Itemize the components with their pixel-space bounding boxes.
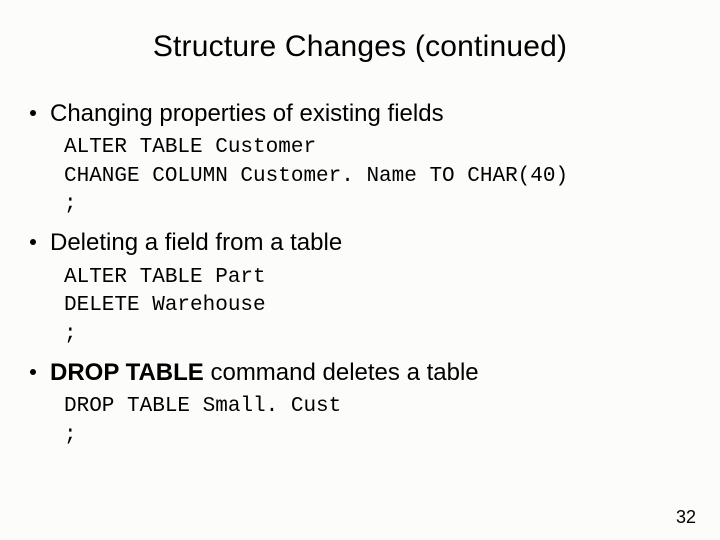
bullet-text-a: Changing properties of existing fields: [50, 100, 444, 127]
bullet-icon: [30, 369, 36, 375]
bullet-text: Deleting a field from a table: [50, 227, 342, 259]
bullet-text-bold: DROP TABLE: [50, 359, 204, 386]
page-number: 32: [676, 507, 696, 528]
list-item: Changing properties of existing fields A…: [30, 98, 690, 219]
bullet-row: Changing properties of existing fields: [30, 98, 690, 130]
slide-title: Structure Changes (continued): [30, 30, 690, 64]
bullet-row: DROP TABLE command deletes a table: [30, 357, 690, 389]
bullet-list: Changing properties of existing fields A…: [30, 98, 690, 450]
bullet-text: DROP TABLE command deletes a table: [50, 357, 479, 389]
code-block: ALTER TABLE Customer CHANGE COLUMN Custo…: [64, 134, 690, 219]
bullet-text: Changing properties of existing fields: [50, 98, 444, 130]
list-item: DROP TABLE command deletes a table DROP …: [30, 357, 690, 450]
bullet-icon: [30, 110, 36, 116]
code-block: DROP TABLE Small. Cust ;: [64, 393, 690, 450]
bullet-icon: [30, 239, 36, 245]
bullet-text-a: Deleting a field from a table: [50, 229, 342, 256]
list-item: Deleting a field from a table ALTER TABL…: [30, 227, 690, 348]
code-block: ALTER TABLE Part DELETE Warehouse ;: [64, 264, 690, 349]
slide: Structure Changes (continued) Changing p…: [0, 0, 720, 540]
bullet-row: Deleting a field from a table: [30, 227, 690, 259]
bullet-text-b: command deletes a table: [204, 359, 479, 386]
